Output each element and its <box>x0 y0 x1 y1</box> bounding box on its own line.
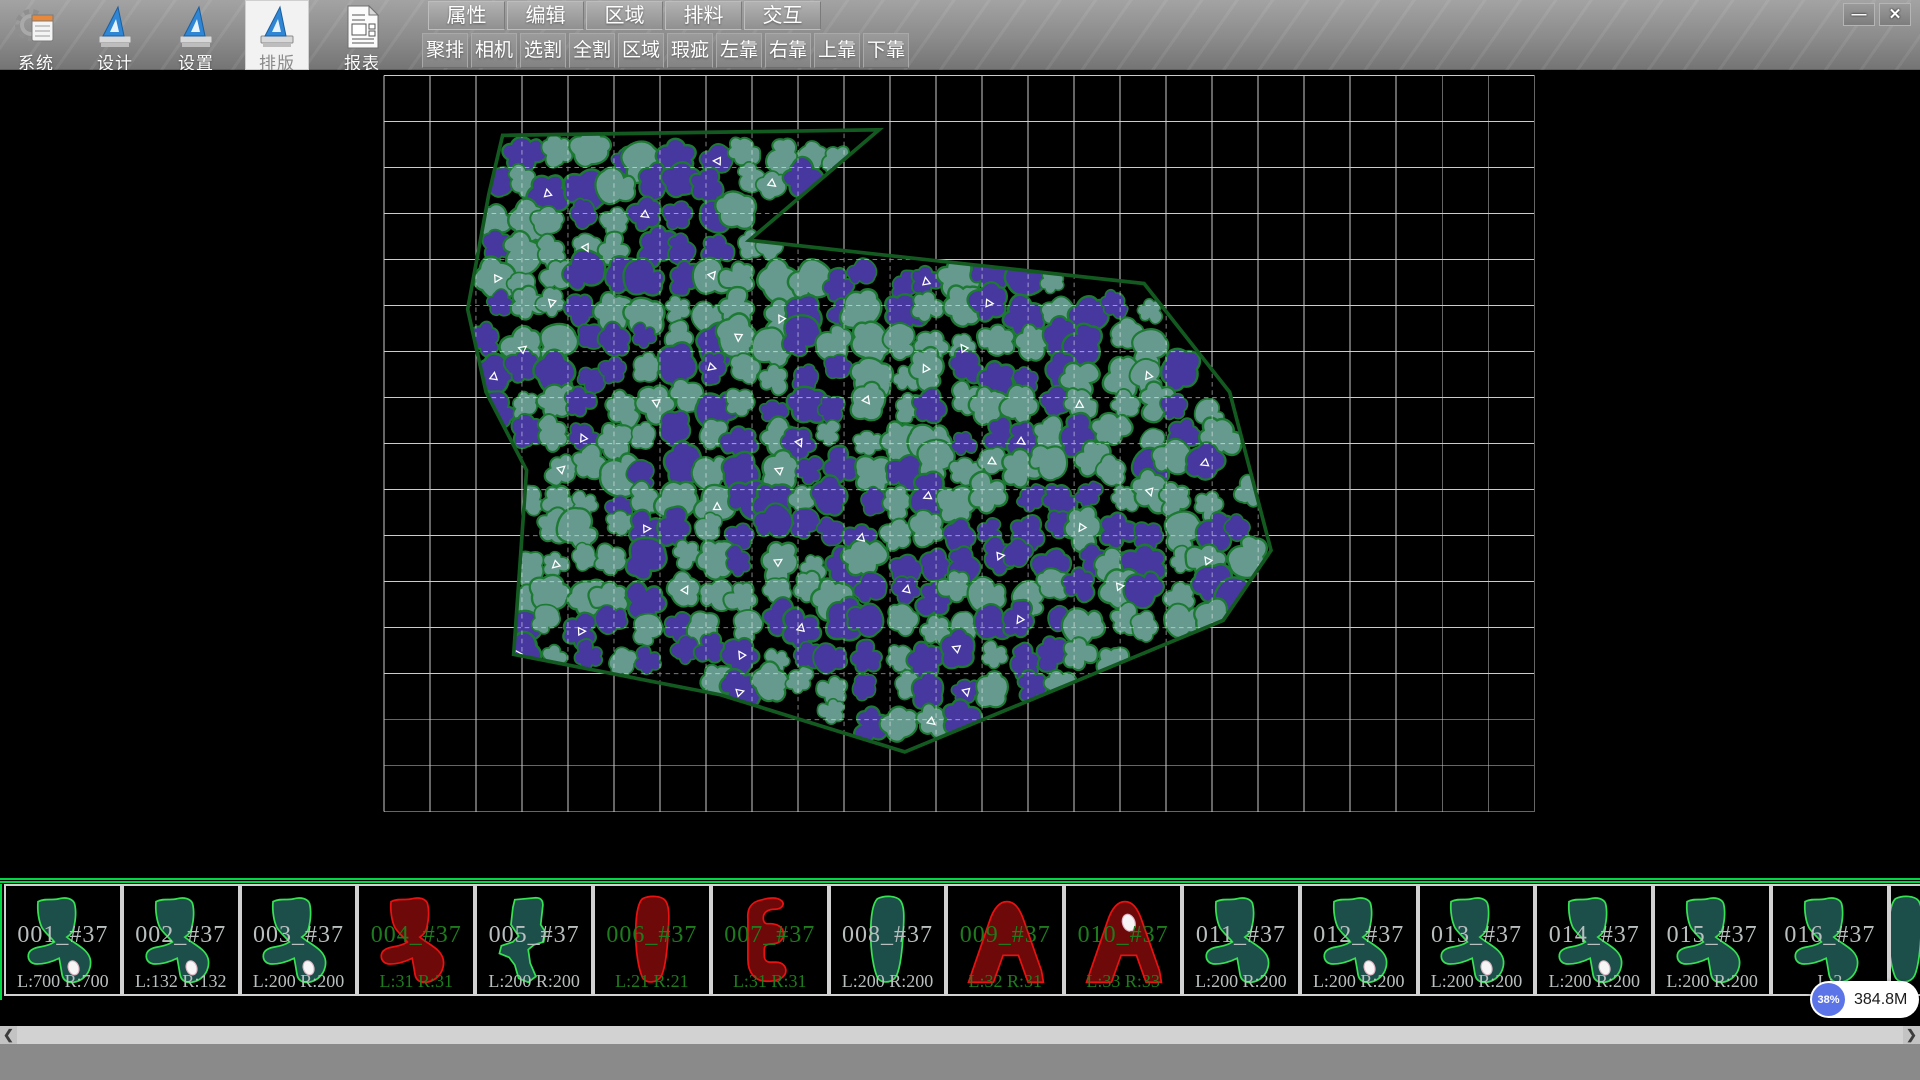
piece-label: 001_#37 <box>6 922 120 949</box>
memory-value: 384.8M <box>1854 991 1907 1009</box>
piece-lr-count: L:200 R:200 <box>1420 971 1534 992</box>
piece-thumbnail-8[interactable]: 008_#37 L:200 R:200 <box>829 884 947 996</box>
piece-label: 008_#37 <box>831 922 945 949</box>
piece-thumbnail-17[interactable] <box>1889 884 1920 996</box>
system-gear-icon <box>4 3 68 51</box>
piece-shape <box>1889 888 1920 992</box>
action-button-1[interactable]: 聚排 <box>422 33 468 68</box>
menu-tab-4[interactable]: 排料 <box>665 1 742 30</box>
piece-thumbnail-4[interactable]: 004_#37 L:31 R:31 <box>357 884 475 996</box>
piece-thumbnail-6[interactable]: 006_#37 L:21 R:21 <box>593 884 711 996</box>
piece-thumbnail-13[interactable]: 013_#37 L:200 R:200 <box>1418 884 1536 996</box>
piece-label: 015_#37 <box>1655 922 1769 949</box>
action-button-10[interactable]: 下靠 <box>863 33 909 68</box>
piece-thumbnail-1[interactable]: 001_#37 L:700 R:700 <box>4 884 122 996</box>
piece-label: 005_#37 <box>477 922 591 949</box>
minimize-button[interactable]: — <box>1843 3 1875 26</box>
piece-thumbnail-5[interactable]: 005_#37 L:200 R:200 <box>475 884 593 996</box>
mode-button-3[interactable]: 设置 <box>164 0 228 70</box>
piece-thumbnail-strip: 001_#37L:700 R:700002_#37L:132 R:132003_… <box>0 884 1920 1000</box>
layout-ruler-icon <box>245 3 309 51</box>
piece-lr-count: L:700 R:700 <box>6 971 120 992</box>
progress-circle: 38% <box>1812 983 1845 1016</box>
piece-label: 004_#37 <box>359 922 473 949</box>
piece-lr-count: L:200 R:200 <box>1537 971 1651 992</box>
scroll-right-arrow[interactable]: ❯ <box>1903 1026 1920 1044</box>
piece-thumbnail-9[interactable]: 009_#37 L:32 R:31 <box>946 884 1064 996</box>
piece-thumbnail-16[interactable]: 016_#37L:2 <box>1771 884 1889 996</box>
report-doc-icon <box>330 3 394 51</box>
piece-lr-count: L:31 R:31 <box>713 971 827 992</box>
menu-tab-1[interactable]: 属性 <box>428 1 505 30</box>
nesting-canvas-svg <box>0 70 1920 878</box>
menu-tab-2[interactable]: 编辑 <box>507 1 584 30</box>
piece-thumbnail-14[interactable]: 014_#37 L:200 R:200 <box>1535 884 1653 996</box>
action-button-8[interactable]: 右靠 <box>765 33 811 68</box>
scroll-left-arrow[interactable]: ❮ <box>0 1026 17 1044</box>
piece-lr-count: L:200 R:200 <box>477 971 591 992</box>
piece-label: 014_#37 <box>1537 922 1651 949</box>
piece-thumbnail-10[interactable]: 010_#37 L:33 R:33 <box>1064 884 1182 996</box>
piece-label: 012_#37 <box>1302 922 1416 949</box>
piece-thumbnail-2[interactable]: 002_#37 L:132 R:132 <box>122 884 240 996</box>
piece-label: 009_#37 <box>948 922 1062 949</box>
piece-label: 006_#37 <box>595 922 709 949</box>
piece-lr-count: L:31 R:31 <box>359 971 473 992</box>
action-button-7[interactable]: 左靠 <box>716 33 762 68</box>
window-bottom-bar <box>0 1044 1920 1080</box>
piece-thumbnail-3[interactable]: 003_#37 L:200 R:200 <box>240 884 358 996</box>
piece-label: 007_#37 <box>713 922 827 949</box>
settings-ruler-icon <box>164 3 228 51</box>
mode-button-1[interactable]: 系统 <box>4 0 68 70</box>
piece-lr-count: L:200 R:200 <box>242 971 356 992</box>
piece-thumbnail-11[interactable]: 011_#37 L:200 R:200 <box>1182 884 1300 996</box>
horizontal-scrollbar[interactable]: ❮ ❯ <box>0 1026 1920 1044</box>
action-button-3[interactable]: 选割 <box>520 33 566 68</box>
main-toolbar: 系统设计设置排版报表 属性编辑区域排料交互 聚排相机选割全割区域瑕疵左靠右靠上靠… <box>0 0 1920 70</box>
strip-divider-line-2 <box>0 881 1920 883</box>
close-button[interactable]: ✕ <box>1879 3 1911 26</box>
piece-thumbnail-12[interactable]: 012_#37 L:200 R:200 <box>1300 884 1418 996</box>
nesting-canvas[interactable] <box>0 70 1920 878</box>
piece-lr-count: L:132 R:132 <box>124 971 238 992</box>
piece-thumbnail-15[interactable]: 015_#37 L:200 R:200 <box>1653 884 1771 996</box>
piece-lr-count: L:200 R:200 <box>1655 971 1769 992</box>
design-ruler-icon <box>83 3 147 51</box>
piece-lr-count: L:200 R:200 <box>1302 971 1416 992</box>
piece-label: 010_#37 <box>1066 922 1180 949</box>
action-button-5[interactable]: 区域 <box>618 33 664 68</box>
mode-button-2[interactable]: 设计 <box>83 0 147 70</box>
piece-lr-count: L:32 R:31 <box>948 971 1062 992</box>
piece-lr-count: L:33 R:33 <box>1066 971 1180 992</box>
strip-divider-line-1 <box>0 878 1920 880</box>
menu-tab-3[interactable]: 区域 <box>586 1 663 30</box>
action-button-6[interactable]: 瑕疵 <box>667 33 713 68</box>
mode-button-4[interactable]: 排版 <box>245 0 309 70</box>
piece-lr-count: L:21 R:21 <box>595 971 709 992</box>
action-button-2[interactable]: 相机 <box>471 33 517 68</box>
mode-button-5[interactable]: 报表 <box>330 0 394 70</box>
action-button-4[interactable]: 全割 <box>569 33 615 68</box>
piece-lr-count: L:200 R:200 <box>1184 971 1298 992</box>
piece-label: 002_#37 <box>124 922 238 949</box>
memory-status-badge: 38% 384.8M <box>1810 981 1919 1018</box>
piece-lr-count: L:200 R:200 <box>831 971 945 992</box>
piece-label: 013_#37 <box>1420 922 1534 949</box>
piece-label: 003_#37 <box>242 922 356 949</box>
action-button-9[interactable]: 上靠 <box>814 33 860 68</box>
application-window: 系统设计设置排版报表 属性编辑区域排料交互 聚排相机选割全割区域瑕疵左靠右靠上靠… <box>0 0 1920 1080</box>
piece-label: 011_#37 <box>1184 922 1298 949</box>
menu-tab-5[interactable]: 交互 <box>744 1 821 30</box>
piece-thumbnail-7[interactable]: 007_#37 L:31 R:31 <box>711 884 829 996</box>
piece-label: 016_#37 <box>1773 922 1887 949</box>
